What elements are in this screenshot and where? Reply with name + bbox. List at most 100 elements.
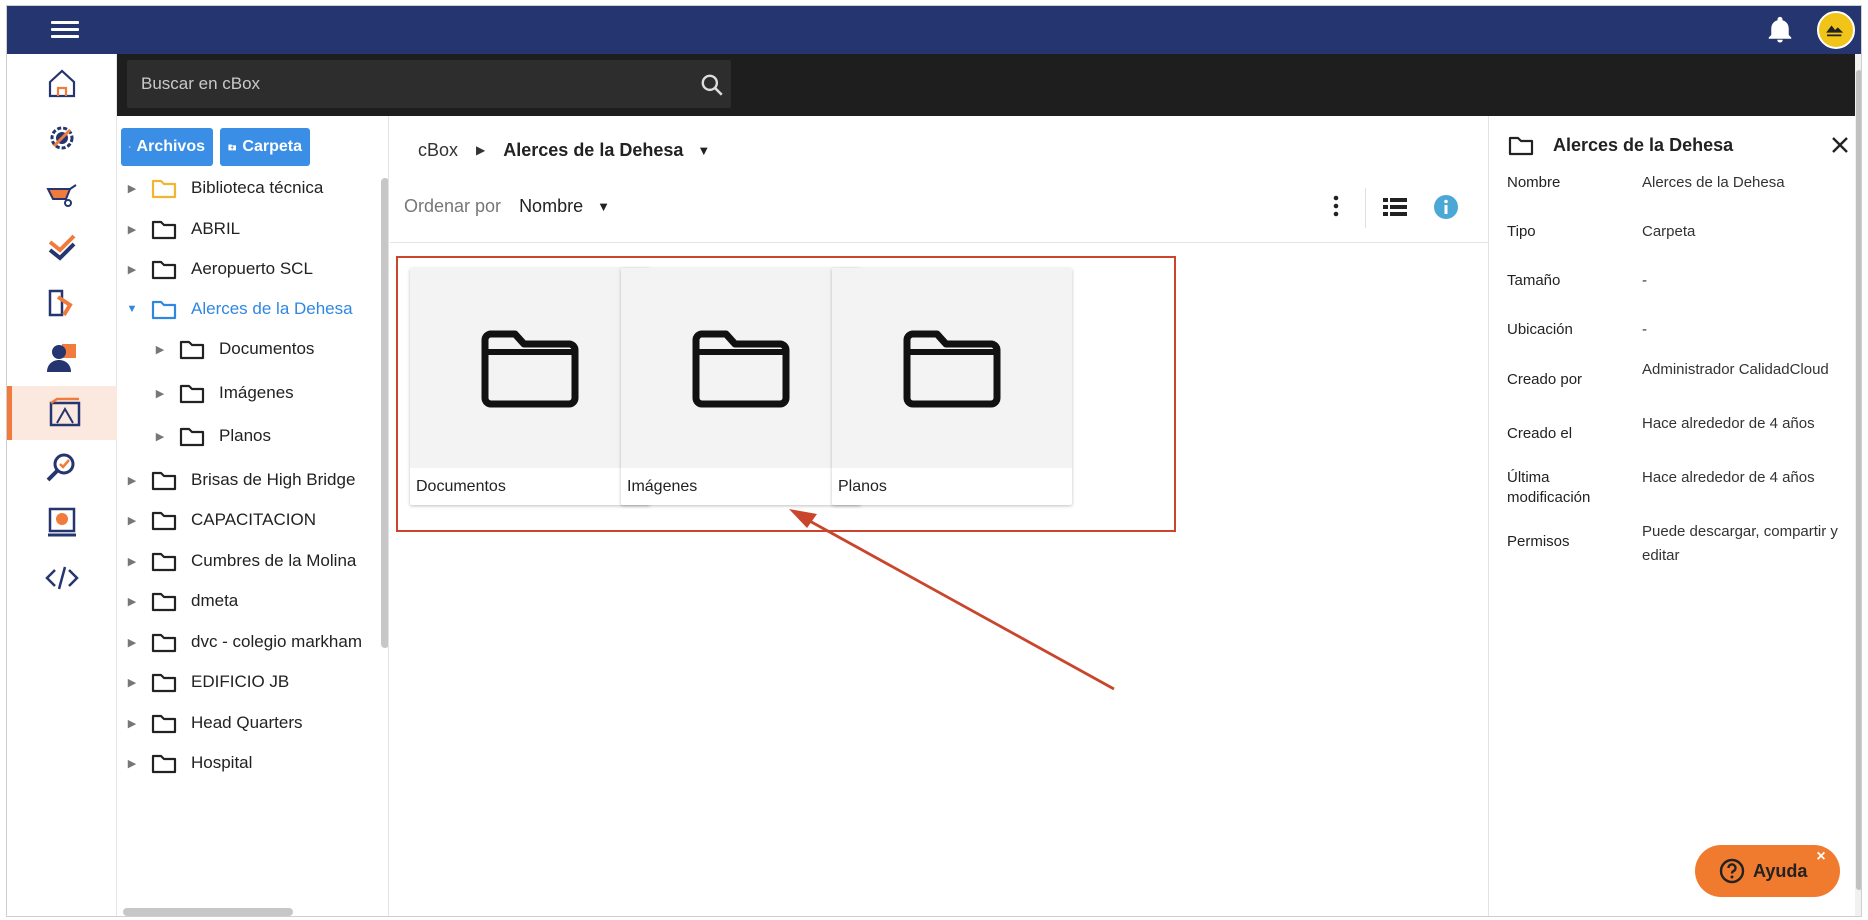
page-scrollbar-thumb[interactable]	[1856, 70, 1861, 890]
details-key: Permisos	[1507, 533, 1570, 550]
caret-right-icon[interactable]: ▶	[125, 757, 139, 770]
upload-folder-button[interactable]: Carpeta	[220, 128, 310, 166]
tree-item-label: Planos	[219, 426, 271, 445]
tree-item-label: Biblioteca técnica	[191, 178, 324, 197]
caret-right-icon[interactable]: ▶	[153, 430, 167, 443]
folder-tree-panel: Archivos Carpeta ▶ Biblioteca técnica ▶ ABR…	[117, 116, 389, 916]
tree-item[interactable]: ▶ Aeropuerto SCL	[125, 249, 313, 289]
tree-item-label: Cumbres de la Molina	[191, 551, 357, 570]
tree-item[interactable]: ▶ dmeta	[125, 581, 238, 621]
folder-icon	[1508, 136, 1534, 156]
bell-icon[interactable]	[1765, 14, 1795, 46]
tree-item[interactable]: ▶ dvc - colegio markham	[125, 622, 362, 662]
caret-right-icon[interactable]: ▶	[125, 514, 139, 527]
tree-item[interactable]: ▶ Planos	[153, 416, 271, 456]
tree-horizontal-scrollbar[interactable]	[123, 908, 293, 916]
folder-card-name: Planos	[838, 478, 887, 495]
rail-item-construction[interactable]	[7, 166, 117, 220]
folder-icon	[179, 382, 205, 404]
tree-item[interactable]: ▶ Hospital	[125, 743, 252, 783]
caret-right-icon[interactable]: ▶	[125, 474, 139, 487]
rail-item-developer[interactable]	[7, 551, 117, 605]
caret-right-icon[interactable]: ▶	[125, 595, 139, 608]
sort-select[interactable]: Nombre	[519, 196, 583, 217]
caret-right-icon[interactable]: ▶	[125, 263, 139, 276]
page-scrollbar[interactable]	[1855, 54, 1861, 916]
upload-files-button[interactable]: Archivos	[121, 128, 213, 166]
hamburger-icon[interactable]	[51, 18, 79, 42]
gear-icon	[50, 126, 74, 150]
code-icon	[45, 566, 79, 590]
rail-item-finance[interactable]	[7, 496, 117, 550]
folder-icon	[151, 509, 177, 531]
details-key: Nombre	[1507, 174, 1561, 191]
rail-item-exchange[interactable]	[7, 276, 117, 330]
help-label: Ayuda	[1753, 860, 1808, 881]
details-value: Hace alrededor de 4 años	[1642, 415, 1815, 432]
search-input[interactable]	[141, 60, 681, 108]
details-key: Tipo	[1507, 223, 1536, 240]
exchange-icon	[48, 289, 73, 317]
caret-right-icon[interactable]: ▶	[125, 223, 139, 236]
caret-right-icon[interactable]: ▶	[125, 636, 139, 649]
close-icon[interactable]	[1827, 132, 1853, 158]
rail-item-people[interactable]	[7, 331, 117, 385]
search-icon[interactable]	[699, 72, 725, 98]
rail-item-cbox[interactable]	[7, 386, 117, 440]
tree-item[interactable]: ▶ EDIFICIO JB	[125, 662, 289, 702]
tree-item-label: dvc - colegio markham	[191, 632, 363, 651]
tree-item-label: Hospital	[191, 753, 253, 772]
user-icon	[47, 344, 76, 372]
breadcrumb-root[interactable]: cBox	[418, 140, 458, 161]
folder-card[interactable]: Documentos	[410, 268, 650, 505]
magnifier-icon	[46, 453, 75, 482]
tree-item[interactable]: ▶ ABRIL	[125, 209, 240, 249]
tree-item[interactable]: ▶ Head Quarters	[125, 703, 303, 743]
tree-item[interactable]: ▶ Cumbres de la Molina	[125, 541, 356, 581]
breadcrumb-dropdown-icon[interactable]: ▼	[697, 143, 710, 158]
user-avatar[interactable]	[1817, 11, 1855, 49]
folder-card[interactable]: Imágenes	[621, 268, 861, 505]
caret-right-icon[interactable]: ▶	[125, 555, 139, 568]
toolbar-separator	[390, 242, 1488, 243]
details-key: Ubicación	[1507, 321, 1573, 338]
folder-icon	[151, 631, 177, 653]
breadcrumb-current[interactable]: Alerces de la Dehesa	[503, 140, 683, 161]
folder-card[interactable]: Planos	[832, 268, 1072, 505]
caret-right-icon[interactable]: ▶	[153, 343, 167, 356]
rail-item-home[interactable]	[7, 56, 117, 110]
caret-right-icon[interactable]: ▶	[125, 717, 139, 730]
more-options-icon[interactable]	[1326, 192, 1346, 220]
details-value: -	[1642, 321, 1647, 338]
upload-folder-label: Carpeta	[242, 138, 302, 155]
rail-item-quality[interactable]	[7, 221, 117, 275]
caret-right-icon[interactable]: ▶	[125, 182, 139, 195]
sort-dropdown-icon[interactable]: ▼	[597, 199, 610, 214]
details-value: Hace alrededor de 4 años	[1642, 469, 1815, 486]
toolbar-divider	[1365, 188, 1366, 228]
info-icon[interactable]	[1433, 194, 1459, 220]
check-stack-icon	[48, 234, 76, 261]
rail-item-inspection[interactable]	[7, 441, 117, 495]
folder-icon	[151, 550, 177, 572]
tree-item[interactable]: ▼ Alerces de la Dehesa	[125, 289, 353, 329]
caret-right-icon[interactable]: ▶	[153, 387, 167, 400]
tree-item[interactable]: ▶ Brisas de High Bridge	[125, 460, 355, 500]
upload-folder-icon	[228, 144, 237, 151]
search-band	[117, 54, 1861, 116]
tree-item[interactable]: ▶ Biblioteca técnica	[125, 168, 323, 208]
help-close-icon[interactable]: ×	[1812, 848, 1830, 866]
sort-bar: Ordenar por Nombre ▼	[404, 190, 610, 222]
folder-card-name: Documentos	[416, 478, 506, 495]
list-view-icon[interactable]	[1382, 196, 1408, 218]
details-key: Tamaño	[1507, 272, 1561, 289]
tree-item[interactable]: ▶ Imágenes	[153, 373, 294, 413]
tree-scrollbar[interactable]	[381, 178, 388, 648]
tree-item[interactable]: ▶ Documentos	[153, 329, 314, 369]
tree-item[interactable]: ▶ CAPACITACION	[125, 500, 316, 540]
caret-right-icon[interactable]: ▶	[125, 676, 139, 689]
folder-grid-highlight: Documentos Imágenes Planos	[396, 256, 1176, 532]
rail-item-settings[interactable]	[7, 111, 117, 165]
search-box	[127, 60, 731, 108]
caret-down-icon[interactable]: ▼	[125, 303, 139, 315]
